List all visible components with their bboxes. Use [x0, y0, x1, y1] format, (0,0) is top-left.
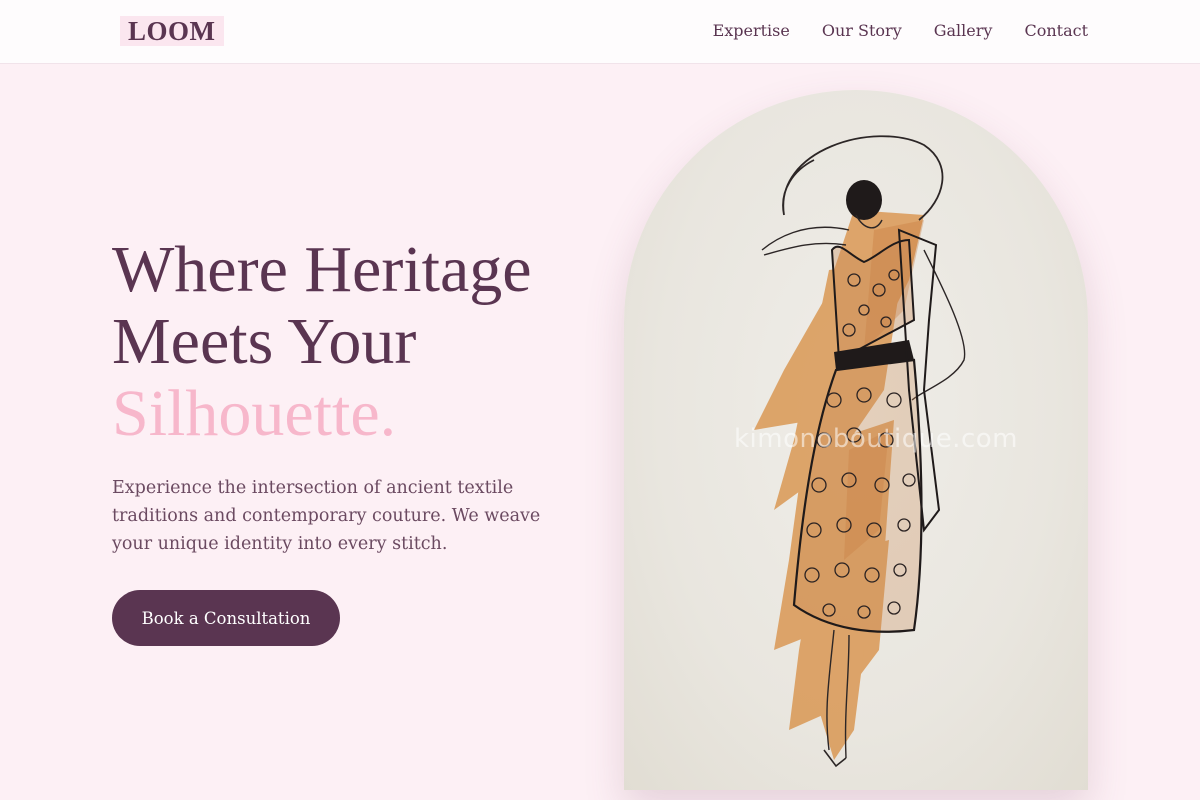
top-navbar: LOOM Expertise Our Story Gallery Contact — [0, 0, 1200, 64]
hero-title: Where Heritage Meets Your Silhouette. — [112, 234, 612, 450]
hero-description: Experience the intersection of ancient t… — [112, 478, 541, 554]
nav-link-contact[interactable]: Contact — [1024, 20, 1088, 42]
hero-image-arch: kimonoboutique.com — [624, 90, 1088, 790]
hero-title-line-1: Where Heritage — [112, 233, 532, 306]
nav-link-expertise[interactable]: Expertise — [713, 20, 790, 42]
head-sketch — [846, 180, 882, 220]
hero-title-accent: Silhouette. — [112, 377, 397, 450]
book-consultation-button[interactable]: Book a Consultation — [112, 590, 340, 646]
main-nav: Expertise Our Story Gallery Contact — [713, 20, 1088, 42]
brand-logo[interactable]: LOOM — [120, 16, 224, 46]
image-watermark: kimonoboutique.com — [734, 424, 1018, 454]
hip-arm-line — [911, 249, 966, 401]
nav-link-gallery[interactable]: Gallery — [934, 20, 993, 42]
nav-link-our-story[interactable]: Our Story — [822, 20, 902, 42]
hero-title-line-2: Meets Your — [112, 305, 417, 378]
